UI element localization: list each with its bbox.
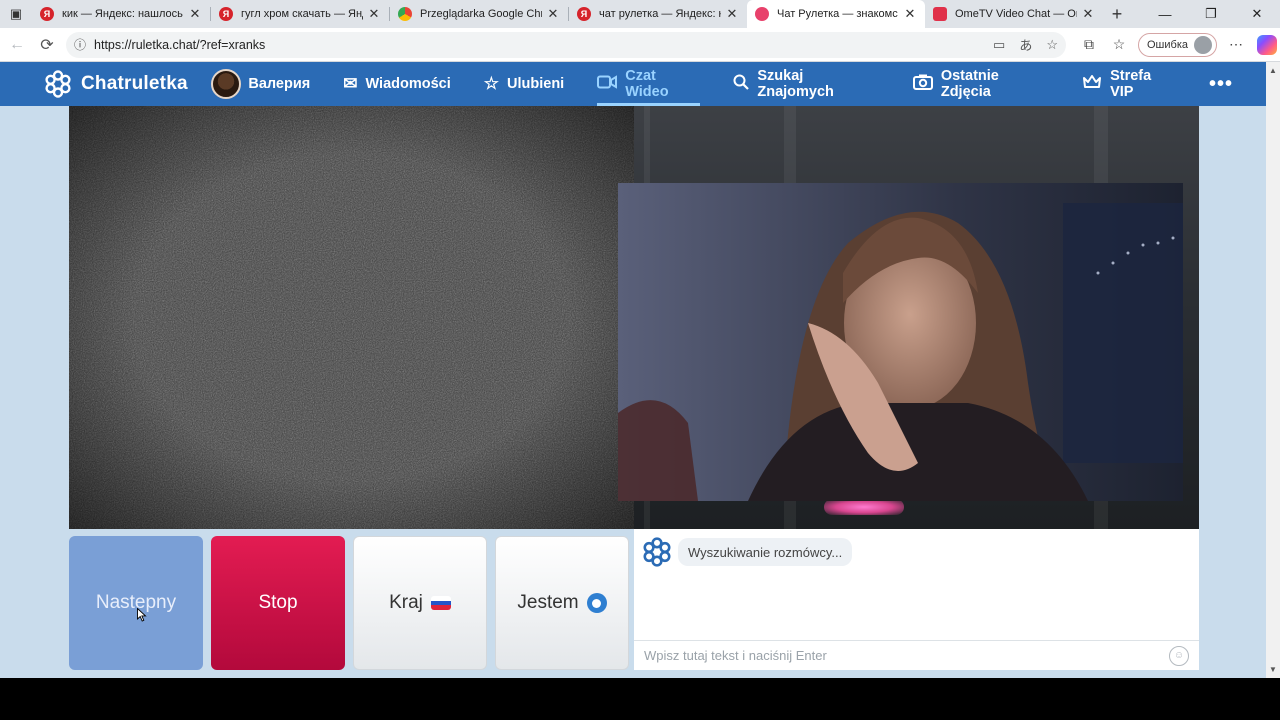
tab-actions-icon[interactable]: ▣ xyxy=(0,0,32,28)
close-window-icon[interactable]: ✕ xyxy=(1234,0,1280,28)
minimize-icon[interactable]: — xyxy=(1142,0,1188,28)
close-tab-icon[interactable]: ✕ xyxy=(188,6,202,22)
browser-tab[interactable]: Я чат рулетка — Яндекс: наш ✕ xyxy=(569,0,747,28)
ometv-icon xyxy=(933,7,947,21)
extensions-icon[interactable]: ⧉ xyxy=(1074,36,1104,53)
tab-title: Чат Рулетка — знакомс xyxy=(777,8,898,20)
camera-person-image xyxy=(618,183,1183,501)
scroll-down-icon[interactable]: ▼ xyxy=(1269,665,1277,674)
rgb-light xyxy=(824,499,904,515)
yandex-icon: Я xyxy=(219,7,233,21)
user-avatar xyxy=(211,69,242,99)
yandex-icon: Я xyxy=(577,7,591,21)
chrome-icon xyxy=(398,7,412,21)
camera-permission-icon[interactable]: ▭ xyxy=(993,37,1005,53)
crown-icon xyxy=(1082,74,1102,95)
tab-title: кик — Яндекс: нашлось 27 xyxy=(62,8,184,20)
nav-messages[interactable]: ✉ Wiadomości xyxy=(343,62,451,106)
browser-tab[interactable]: Przeglądarka Google Chrom ✕ xyxy=(390,0,568,28)
emoji-icon[interactable]: ☺ xyxy=(1169,645,1189,666)
chatruletka-logo-icon xyxy=(643,537,671,567)
star-icon: ☆ xyxy=(483,74,500,93)
video-camera-icon xyxy=(597,74,618,94)
envelope-icon: ✉ xyxy=(343,74,358,93)
nav-video-chat[interactable]: Czat Wideo xyxy=(597,62,701,106)
browser-tab-active[interactable]: Чат Рулетка — знакомс ✕ xyxy=(747,0,925,28)
bottom-letterbox xyxy=(0,678,1280,720)
top-navigation: Chatruletka Валерия ✉ Wiadomości ☆ Ulubi… xyxy=(0,62,1266,106)
close-tab-icon[interactable]: ✕ xyxy=(546,6,560,22)
more-menu-icon[interactable]: ⋯ xyxy=(1221,36,1251,53)
own-camera-preview xyxy=(618,183,1183,501)
close-tab-icon[interactable]: ✕ xyxy=(725,6,739,22)
nav-recent-photos[interactable]: Ostatnie Zdjęcia xyxy=(912,62,1049,106)
nav-label: Szukaj Znajomych xyxy=(757,68,834,100)
russia-flag-icon xyxy=(430,596,451,610)
profile-error-pill[interactable]: Ошибка xyxy=(1138,32,1217,57)
tab-title: гугл хром скачать — Яндекс xyxy=(241,8,363,20)
window-controls: — ❐ ✕ xyxy=(1142,0,1280,28)
translate-icon[interactable]: あ xyxy=(1019,35,1032,54)
search-icon xyxy=(733,74,750,95)
country-label: Kraj xyxy=(389,592,423,613)
browser-tab-strip: ▣ Я кик — Яндекс: нашлось 27 ✕ Я гугл хр… xyxy=(0,0,1280,28)
stranger-video xyxy=(69,106,634,529)
nav-profile[interactable]: Валерия xyxy=(211,62,310,106)
new-tab-button[interactable]: + xyxy=(1103,0,1131,28)
url-text[interactable]: https://ruletka.chat/?ref=xranks xyxy=(94,38,979,52)
brand[interactable]: Chatruletka xyxy=(44,70,211,98)
message-input[interactable]: Wpisz tutaj tekst i naciśnij Enter xyxy=(644,648,1169,663)
camera-icon xyxy=(912,74,933,95)
favorites-icon[interactable]: ☆ xyxy=(1104,36,1134,53)
back-arrow-icon[interactable]: ← xyxy=(2,30,32,60)
gender-select-button[interactable]: Jestem xyxy=(495,536,629,670)
profile-error-label: Ошибка xyxy=(1147,38,1188,51)
tab-title: Przeglądarka Google Chrom xyxy=(420,8,542,20)
close-tab-icon[interactable]: ✕ xyxy=(1081,6,1095,22)
copilot-icon[interactable] xyxy=(1257,34,1277,55)
page-scrollbar[interactable]: ▲ ▼ xyxy=(1266,62,1280,678)
nav-find-friends[interactable]: Szukaj Znajomych xyxy=(733,62,879,106)
close-tab-icon[interactable]: ✕ xyxy=(903,6,917,22)
browser-tab[interactable]: OmeTV Video Chat — Omeg ✕ xyxy=(925,0,1103,28)
nav-label: Wiadomości xyxy=(365,76,451,92)
text-chat-panel: Wyszukiwanie rozmówcy... Wpisz tutaj tek… xyxy=(634,529,1199,670)
nav-label: Валерия xyxy=(248,76,311,92)
favorite-star-icon[interactable]: ☆ xyxy=(1046,37,1058,53)
scroll-up-icon[interactable]: ▲ xyxy=(1269,66,1277,75)
tab-title: чат рулетка — Яндекс: наш xyxy=(599,8,721,20)
nav-label: Ulubieni xyxy=(507,76,565,92)
nav-favorites[interactable]: ☆ Ulubieni xyxy=(484,62,564,106)
next-button[interactable]: Nastepny xyxy=(69,536,203,670)
more-options-icon[interactable]: ••• xyxy=(1209,62,1233,106)
site-info-icon[interactable]: ⓘ xyxy=(74,36,86,53)
stop-button[interactable]: Stop xyxy=(211,536,345,670)
close-tab-icon[interactable]: ✕ xyxy=(367,6,381,22)
nav-vip-zone[interactable]: Strefa VIP xyxy=(1082,62,1176,106)
nav-label: Czat Wideo xyxy=(625,68,669,100)
message-input-row: Wpisz tutaj tekst i naciśnij Enter ☺ xyxy=(634,640,1199,670)
browser-tab[interactable]: Я гугл хром скачать — Яндекс ✕ xyxy=(211,0,389,28)
nav-label: Ostatnie Zdjęcia xyxy=(940,68,999,100)
nav-label: Strefa VIP xyxy=(1110,68,1152,100)
country-filter-button[interactable]: Kraj xyxy=(353,536,487,670)
gender-label: Jestem xyxy=(517,592,579,613)
maximize-icon[interactable]: ❐ xyxy=(1188,0,1234,28)
gender-icon xyxy=(586,593,607,613)
profile-avatar xyxy=(1194,35,1212,54)
yandex-icon: Я xyxy=(40,7,54,21)
brand-name: Chatruletka xyxy=(81,73,188,94)
address-bar-row: ← ⟳ ⓘ https://ruletka.chat/?ref=xranks ▭… xyxy=(0,28,1280,62)
chatruletka-page: Chatruletka Валерия ✉ Wiadomości ☆ Ulubi… xyxy=(0,62,1266,678)
tab-title: OmeTV Video Chat — Omeg xyxy=(955,8,1077,20)
browser-tab[interactable]: Я кик — Яндекс: нашлось 27 ✕ xyxy=(32,0,210,28)
mouse-cursor-icon xyxy=(137,608,147,622)
video-noise xyxy=(69,106,634,529)
reload-icon[interactable]: ⟳ xyxy=(32,30,62,60)
url-field[interactable]: ⓘ https://ruletka.chat/?ref=xranks ▭ あ ☆ xyxy=(66,31,1066,58)
chat-controls: Nastepny Stop Kraj Jestem xyxy=(69,536,629,670)
status-message: Wyszukiwanie rozmówcy... xyxy=(678,538,853,566)
chatruletka-logo-icon xyxy=(45,70,71,98)
chatruletka-icon xyxy=(755,7,769,21)
